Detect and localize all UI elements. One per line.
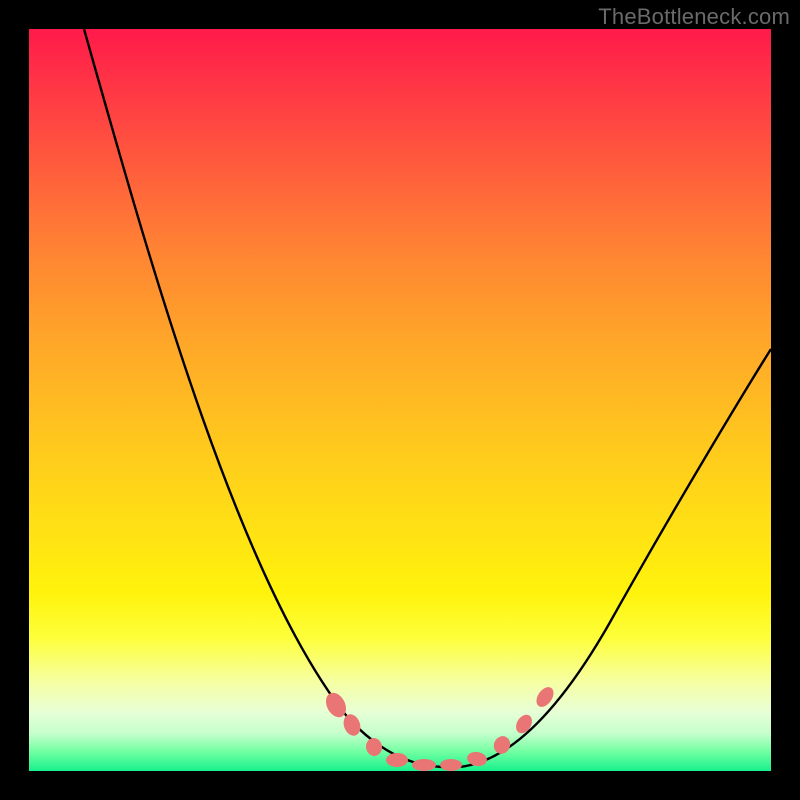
outer-frame: TheBottleneck.com <box>0 0 800 800</box>
curve-marker <box>412 759 436 771</box>
curve-marker <box>440 759 462 771</box>
bottleneck-curve <box>84 29 771 767</box>
curve-marker <box>365 737 384 758</box>
curve-marker <box>341 712 364 738</box>
curve-marker <box>513 712 535 736</box>
marker-group <box>322 684 557 771</box>
curve-marker <box>491 733 513 756</box>
chart-svg <box>29 29 771 771</box>
watermark-text: TheBottleneck.com <box>598 4 790 30</box>
curve-marker <box>386 753 408 767</box>
plot-area <box>29 29 771 771</box>
